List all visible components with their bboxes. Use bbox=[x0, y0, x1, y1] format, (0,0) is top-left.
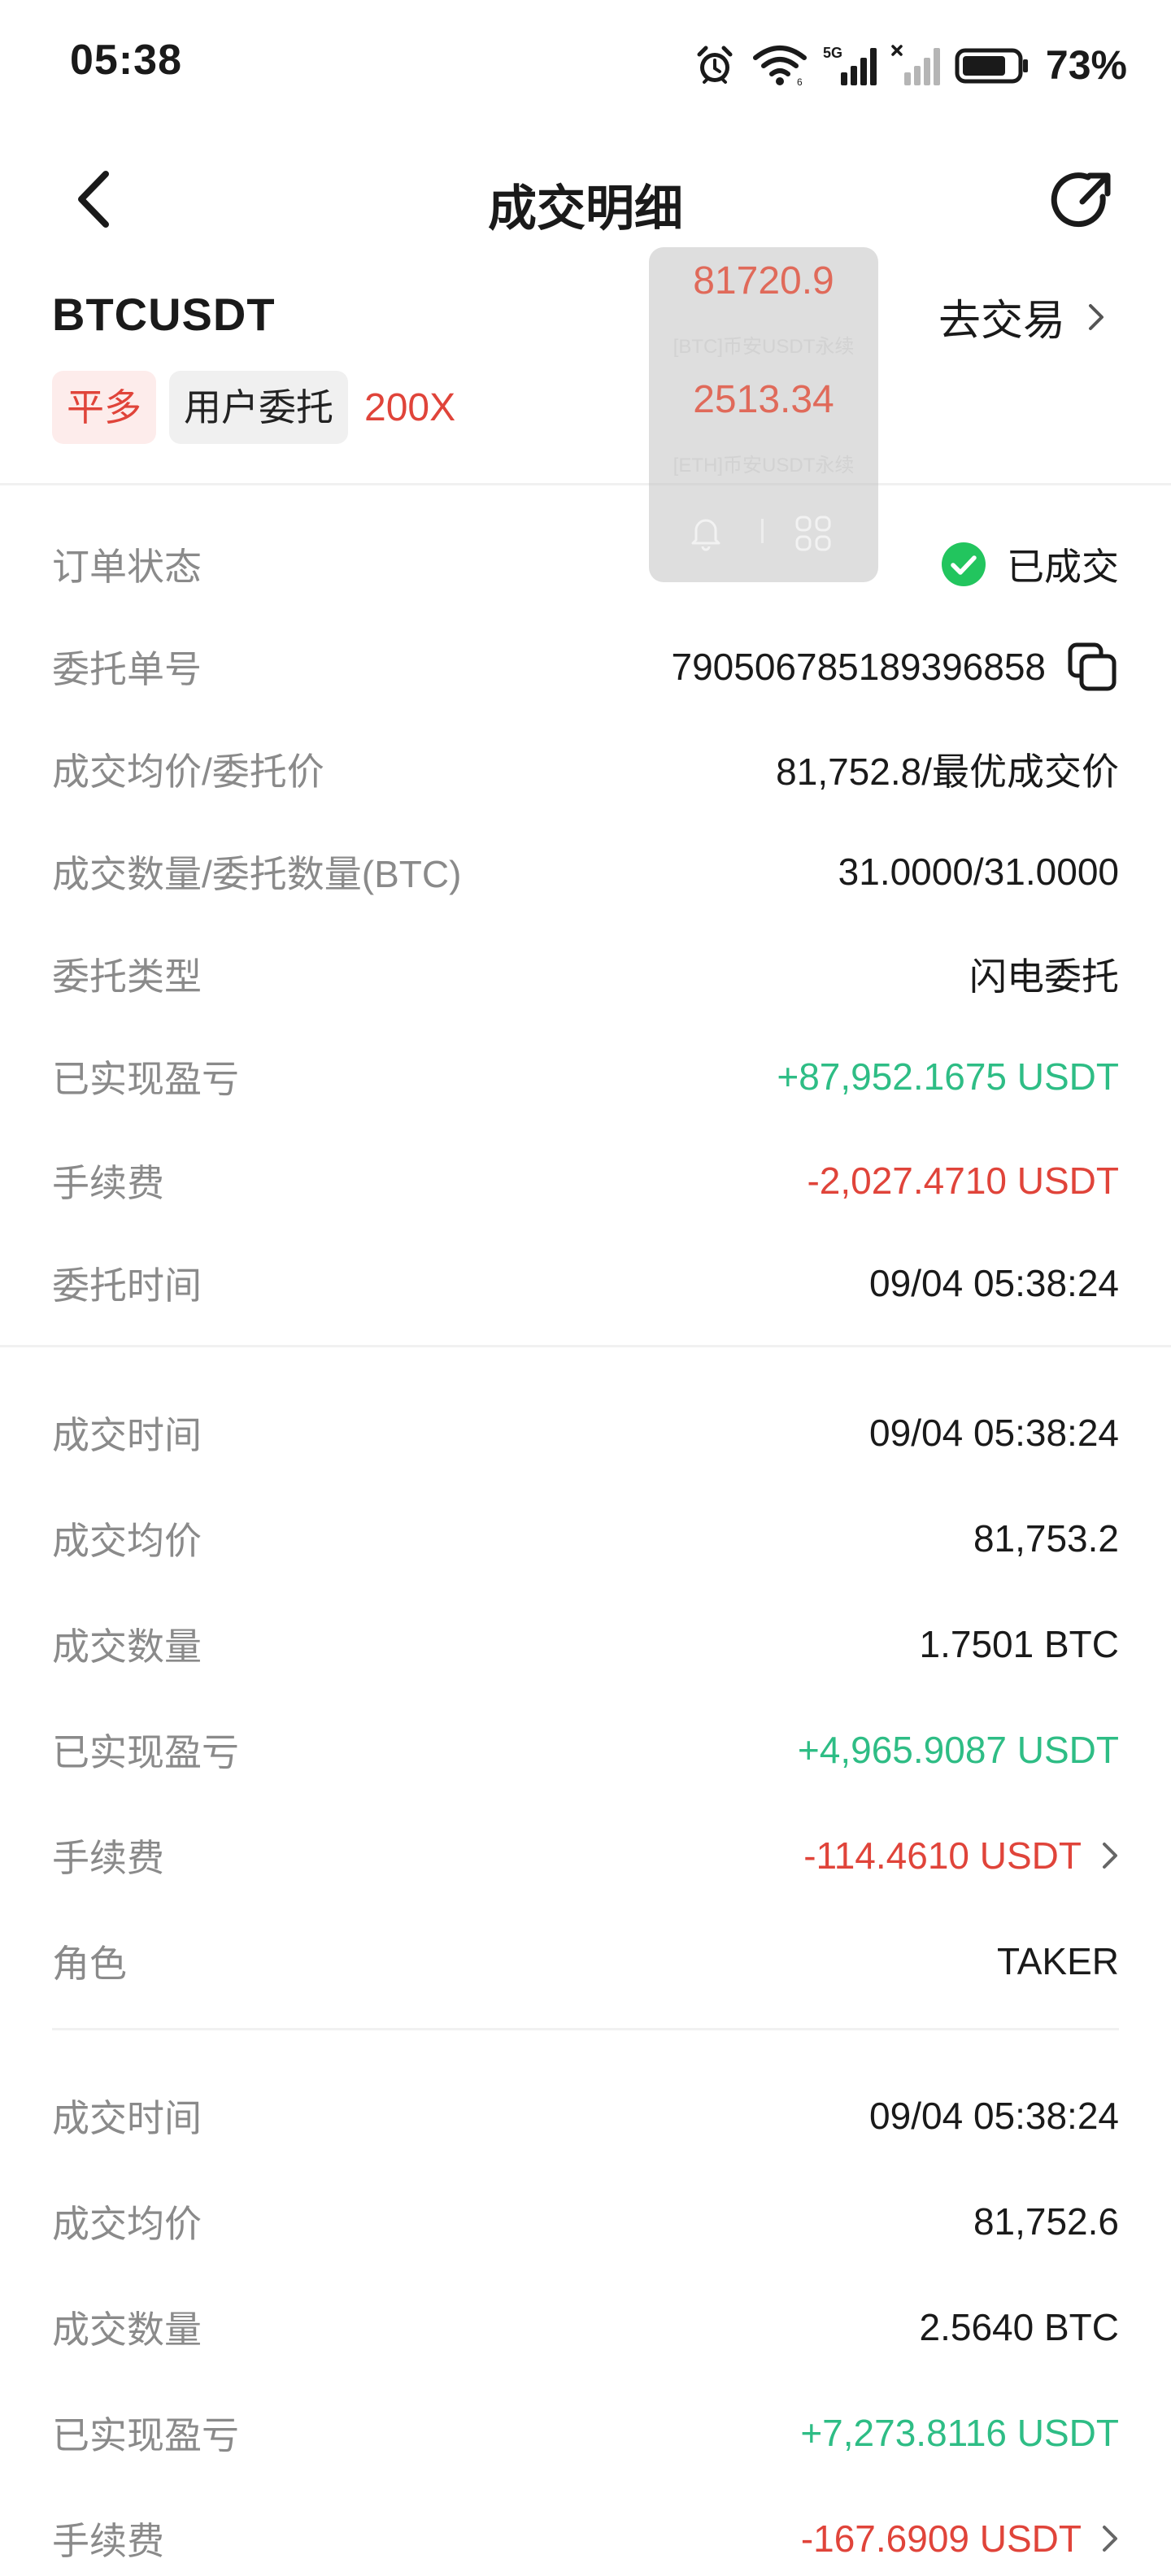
order-status-value: 已成交 bbox=[1007, 546, 1119, 588]
quantity-value: 31.0000/31.0000 bbox=[838, 851, 1119, 893]
fill-qty-row: 成交数量 1.7501 BTC bbox=[52, 1612, 1119, 1677]
bell-icon[interactable] bbox=[686, 512, 725, 551]
order-type-label: 委托类型 bbox=[52, 955, 202, 998]
order-time-label: 委托时间 bbox=[52, 1264, 202, 1307]
order-status-label: 订单状态 bbox=[52, 546, 202, 588]
leverage-label: 200X bbox=[364, 385, 456, 429]
eth-price: 2513.34 bbox=[693, 378, 834, 421]
copy-icon[interactable] bbox=[1065, 640, 1119, 694]
fill-fee-value-group: -114.4610 USDT bbox=[803, 1834, 1119, 1878]
quantity-row: 成交数量/委托数量(BTC) 31.0000/31.0000 bbox=[52, 839, 1119, 904]
btc-price-label: [BTC]币安USDT永续 bbox=[673, 336, 855, 358]
fill-price-value: 81,752.6 bbox=[973, 2200, 1119, 2243]
fill-fee-value-group: -167.6909 USDT bbox=[801, 2517, 1119, 2561]
fee-row: 手续费 -2,027.4710 USDT bbox=[52, 1148, 1119, 1213]
section-divider bbox=[0, 1345, 1171, 1347]
fill-pnl-label: 已实现盈亏 bbox=[52, 1731, 239, 1773]
status-time: 05:38 bbox=[70, 37, 182, 84]
fill-pnl-row: 已实现盈亏 +4,965.9087 USDT bbox=[52, 1717, 1119, 1782]
fill-fee-label: 手续费 bbox=[52, 1837, 164, 1879]
order-status-row: 订单状态 已成交 bbox=[52, 532, 1119, 597]
wifi-icon: 6 bbox=[752, 46, 807, 87]
battery-icon bbox=[955, 48, 1028, 84]
order-number-value-group: 790506785189396858 bbox=[672, 640, 1120, 694]
command-icon[interactable] bbox=[792, 512, 834, 555]
fill-qty-row: 成交数量 2.5640 BTC bbox=[52, 2295, 1119, 2360]
fill-price-label: 成交均价 bbox=[52, 2203, 202, 2245]
symbol-title: BTCUSDT bbox=[52, 289, 276, 340]
share-icon[interactable] bbox=[1046, 164, 1119, 237]
fill-time-row: 成交时间 09/04 05:38:24 bbox=[52, 2083, 1119, 2148]
fill-pnl-label: 已实现盈亏 bbox=[52, 2414, 239, 2456]
order-source-badge: 用户委托 bbox=[169, 371, 348, 444]
btc-price: 81720.9 bbox=[693, 259, 834, 302]
fee-value: -2,027.4710 USDT bbox=[807, 1160, 1119, 1202]
chevron-right-icon[interactable] bbox=[1101, 2522, 1119, 2555]
fill-role-row: 角色 TAKER bbox=[52, 1929, 1119, 1994]
fee-label: 手续费 bbox=[52, 1162, 164, 1204]
svg-text:5G: 5G bbox=[823, 45, 842, 61]
side-badge: 平多 bbox=[52, 371, 156, 444]
fill-time-value: 09/04 05:38:24 bbox=[869, 1412, 1119, 1454]
order-tags: 平多 用户委托 200X bbox=[52, 371, 455, 444]
fill-qty-label: 成交数量 bbox=[52, 1625, 202, 1668]
fill-price-row: 成交均价 81,752.6 bbox=[52, 2189, 1119, 2254]
avg-price-label: 成交均价/委托价 bbox=[52, 751, 324, 793]
fill-role-label: 角色 bbox=[52, 1943, 127, 1985]
fill-fee-value: -167.6909 USDT bbox=[800, 2517, 1082, 2560]
check-circle-icon bbox=[942, 542, 986, 586]
fill-pnl-value: +4,965.9087 USDT bbox=[797, 1729, 1119, 1771]
go-trade-link[interactable]: 去交易 bbox=[938, 286, 1106, 347]
avg-price-row: 成交均价/委托价 81,752.8/最优成交价 bbox=[52, 737, 1119, 802]
order-time-value: 09/04 05:38:24 bbox=[869, 1262, 1119, 1304]
order-number-label: 委托单号 bbox=[52, 648, 202, 690]
chevron-right-icon[interactable] bbox=[1101, 1839, 1119, 1872]
realized-pnl-label: 已实现盈亏 bbox=[52, 1058, 239, 1100]
fill-pnl-row: 已实现盈亏 +7,273.8116 USDT bbox=[52, 2400, 1119, 2465]
signal-5g-icon: 5G bbox=[823, 45, 877, 85]
fill-price-value: 81,753.2 bbox=[973, 1517, 1119, 1560]
page-title: 成交明细 bbox=[488, 181, 683, 236]
fill-role-value: TAKER bbox=[997, 1940, 1119, 1982]
fill-fee-row[interactable]: 手续费 -114.4610 USDT bbox=[52, 1823, 1119, 1888]
alarm-icon bbox=[697, 46, 733, 84]
fill-price-label: 成交均价 bbox=[52, 1520, 202, 1562]
order-type-value: 闪电委托 bbox=[969, 955, 1119, 998]
fill-price-row: 成交均价 81,753.2 bbox=[52, 1506, 1119, 1571]
fill-divider bbox=[52, 2028, 1119, 2030]
fill-time-value: 09/04 05:38:24 bbox=[869, 2095, 1119, 2137]
status-icons: 6 5G 73% bbox=[693, 39, 1127, 91]
widget-separator bbox=[761, 519, 764, 543]
order-number-value: 790506785189396858 bbox=[671, 646, 1047, 688]
eth-price-label: [ETH]币安USDT永续 bbox=[673, 455, 855, 476]
battery-percent: 73% bbox=[1045, 42, 1127, 88]
fill-qty-value: 2.5640 BTC bbox=[919, 2306, 1119, 2348]
realized-pnl-value: +87,952.1675 USDT bbox=[777, 1055, 1119, 1098]
status-bar: 05:38 6 5G 73% bbox=[0, 0, 1171, 122]
section-divider bbox=[0, 483, 1171, 485]
order-type-row: 委托类型 闪电委托 bbox=[52, 942, 1119, 1007]
fill-fee-row[interactable]: 手续费 -167.6909 USDT bbox=[52, 2506, 1119, 2571]
realized-pnl-row: 已实现盈亏 +87,952.1675 USDT bbox=[52, 1044, 1119, 1109]
avg-price-value: 81,752.8/最优成交价 bbox=[776, 751, 1119, 793]
fill-time-row: 成交时间 09/04 05:38:24 bbox=[52, 1400, 1119, 1465]
fill-time-label: 成交时间 bbox=[52, 1414, 202, 1456]
signal-icon bbox=[891, 45, 940, 85]
fill-qty-label: 成交数量 bbox=[52, 2308, 202, 2351]
order-status-value-group: 已成交 bbox=[940, 537, 1119, 591]
order-time-row: 委托时间 09/04 05:38:24 bbox=[52, 1251, 1119, 1316]
order-number-row: 委托单号 790506785189396858 bbox=[52, 634, 1119, 699]
chevron-right-icon bbox=[1089, 303, 1104, 330]
fill-fee-label: 手续费 bbox=[52, 2520, 164, 2562]
fill-fee-value: -114.4610 USDT bbox=[803, 1834, 1082, 1877]
svg-text:6: 6 bbox=[797, 76, 803, 87]
fill-pnl-value: +7,273.8116 USDT bbox=[800, 2412, 1119, 2454]
quantity-label: 成交数量/委托数量(BTC) bbox=[52, 853, 462, 895]
go-trade-label: 去交易 bbox=[938, 298, 1065, 345]
fill-qty-value: 1.7501 BTC bbox=[919, 1623, 1119, 1665]
floating-price-widget[interactable]: 81720.9 [BTC]币安USDT永续 2513.34 [ETH]币安USD… bbox=[649, 247, 878, 582]
fill-time-label: 成交时间 bbox=[52, 2097, 202, 2139]
